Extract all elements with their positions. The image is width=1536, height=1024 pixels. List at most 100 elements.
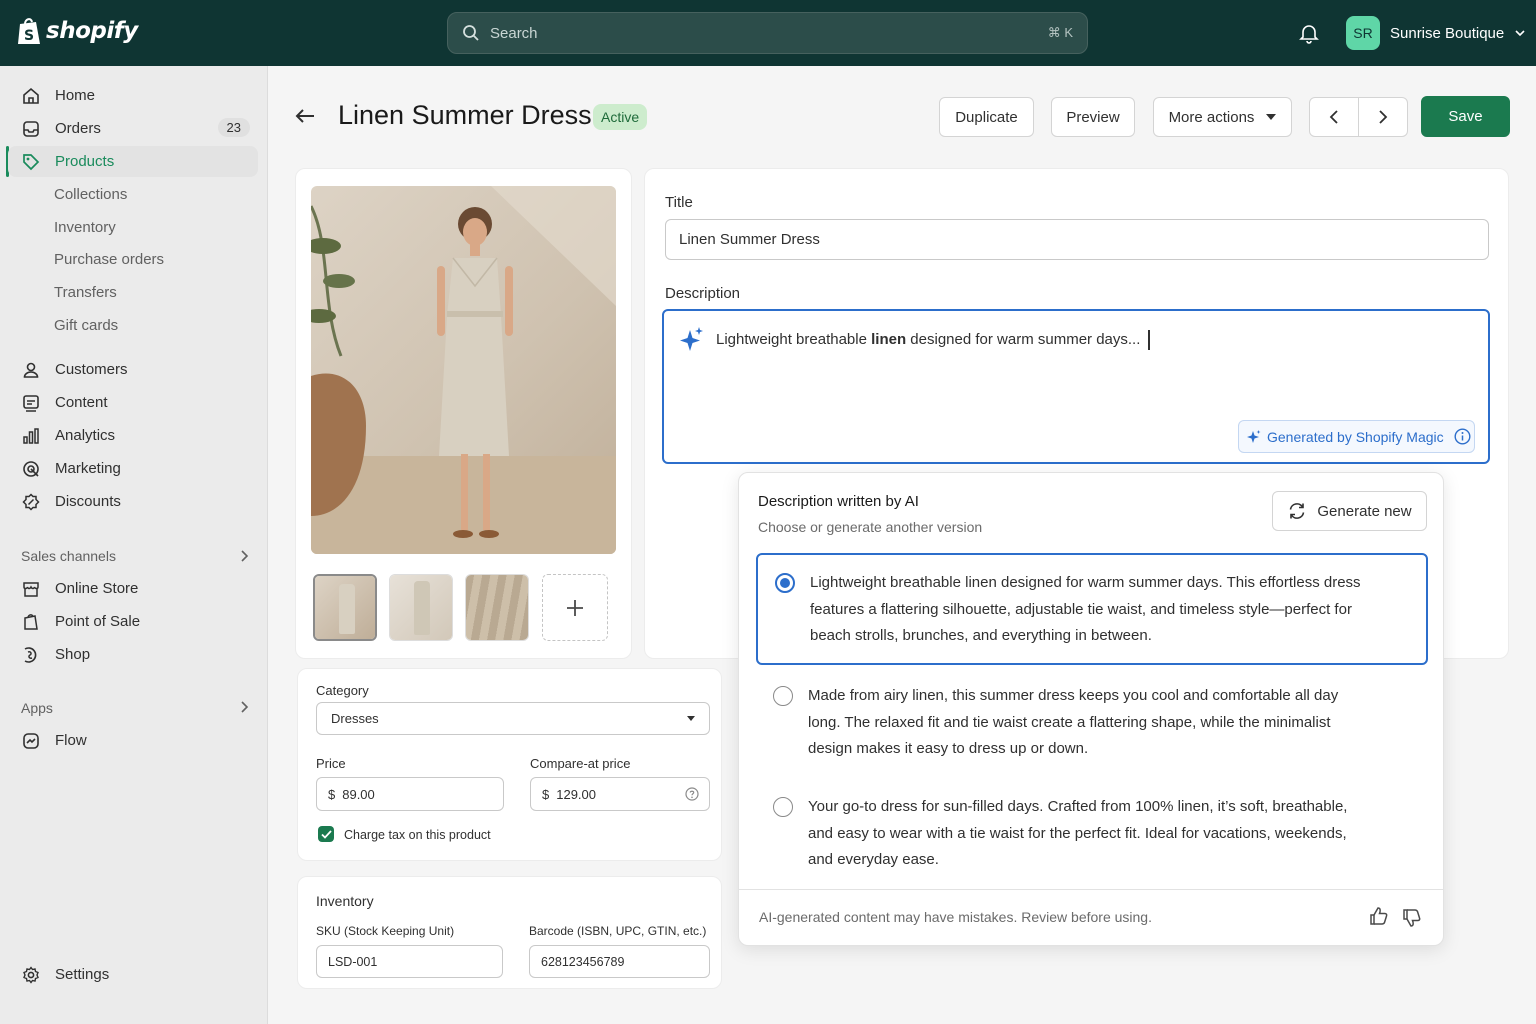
ai-option-2[interactable]: Made from airy linen, this summer dress … <box>756 669 1428 781</box>
sidebar-item-label: Discounts <box>55 493 121 510</box>
sidebar-item-label: Analytics <box>55 427 116 444</box>
search-placeholder: Search <box>490 24 538 42</box>
thumbs-up-icon[interactable] <box>1369 906 1389 926</box>
next-product-button[interactable] <box>1358 97 1408 137</box>
price-value: 89.00 <box>342 786 375 802</box>
barcode-label: Barcode (ISBN, UPC, GTIN, etc.) <box>529 924 707 938</box>
save-button[interactable]: Save <box>1421 96 1510 137</box>
help-circle-icon[interactable] <box>685 787 699 801</box>
top-bar: S shopify Search ⌘ K SR Sunrise Boutique <box>0 0 1536 66</box>
sidebar-item-shop[interactable]: Shop <box>8 639 258 670</box>
person-icon <box>21 360 41 380</box>
sidebar-item-content[interactable]: Content <box>8 387 258 418</box>
sidebar-item-label: Flow <box>55 732 87 749</box>
duplicate-button[interactable]: Duplicate <box>939 97 1034 137</box>
thumbs-down-icon[interactable] <box>1402 908 1422 928</box>
sidebar-item-point-of-sale[interactable]: Point of Sale <box>8 606 258 637</box>
sidebar-item-label: Online Store <box>55 580 139 597</box>
product-thumbnail[interactable] <box>389 574 453 641</box>
sidebar-subitem-collections[interactable]: Collections <box>54 186 127 203</box>
description-text-prefix: Lightweight breathable <box>716 330 872 348</box>
description-text: Lightweight breathable linen designed fo… <box>716 330 1150 350</box>
sidebar-subitem-inventory[interactable]: Inventory <box>54 219 116 236</box>
more-actions-label: More actions <box>1168 108 1255 126</box>
pos-icon <box>21 612 41 632</box>
ai-option-text: Lightweight breathable linen designed fo… <box>810 574 1361 644</box>
add-media-button[interactable] <box>542 574 608 641</box>
sku-field[interactable]: LSD-001 <box>316 945 503 978</box>
text-cursor <box>1148 330 1150 350</box>
description-editor[interactable]: Lightweight breathable linen designed fo… <box>662 309 1490 464</box>
shopify-logo[interactable]: S shopify <box>16 16 138 46</box>
ai-description-popover: Description written by AI Choose or gene… <box>738 472 1444 946</box>
category-select[interactable]: Dresses <box>316 702 710 735</box>
sidebar-item-marketing[interactable]: Marketing <box>8 453 258 484</box>
sidebar-item-analytics[interactable]: Analytics <box>8 420 258 451</box>
discount-icon <box>21 492 41 512</box>
product-main-image[interactable] <box>311 186 616 554</box>
ai-popover-title: Description written by AI <box>758 493 919 510</box>
generate-new-button[interactable]: Generate new <box>1272 491 1427 531</box>
inventory-heading: Inventory <box>316 893 374 909</box>
generate-new-label: Generate new <box>1317 502 1412 520</box>
caret-down-icon <box>1266 114 1277 120</box>
sidebar-item-products[interactable]: Products <box>8 146 258 177</box>
checkmark-icon <box>320 829 332 839</box>
sparkle-icon <box>680 327 703 351</box>
sidebar-item-customers[interactable]: Customers <box>8 354 258 385</box>
sidebar-item-online-store[interactable]: Online Store <box>8 573 258 604</box>
ai-option-1[interactable]: Lightweight breathable linen designed fo… <box>756 553 1428 665</box>
previous-product-button[interactable] <box>1309 97 1359 137</box>
radio-unselected[interactable] <box>773 686 793 706</box>
sidebar-item-orders[interactable]: Orders 23 <box>8 113 258 144</box>
apps-heading[interactable]: Apps <box>21 700 53 716</box>
sales-channels-heading[interactable]: Sales channels <box>21 548 116 564</box>
ai-option-text: Made from airy linen, this summer dress … <box>808 687 1339 757</box>
sidebar-subitem-transfers[interactable]: Transfers <box>54 284 117 301</box>
price-field[interactable]: $ 89.00 <box>316 777 504 811</box>
preview-button[interactable]: Preview <box>1051 97 1135 137</box>
description-label: Description <box>665 285 741 302</box>
more-actions-button[interactable]: More actions <box>1153 97 1292 137</box>
store-switcher[interactable]: SR Sunrise Boutique <box>1346 16 1526 50</box>
search-input[interactable]: Search ⌘ K <box>447 12 1088 54</box>
compare-currency: $ <box>542 786 550 802</box>
sidebar-item-label: Products <box>55 153 115 170</box>
sidebar-item-home[interactable]: Home <box>8 80 258 111</box>
compare-at-price-field[interactable]: $ 129.00 <box>530 777 710 811</box>
barcode-value: 628123456789 <box>541 954 625 969</box>
charge-tax-checkbox[interactable] <box>318 826 334 842</box>
orders-count-badge: 23 <box>217 118 250 137</box>
info-icon[interactable] <box>1454 428 1471 445</box>
sidebar-item-discounts[interactable]: Discounts <box>8 486 258 517</box>
sku-value: LSD-001 <box>328 954 378 969</box>
sidebar-item-flow[interactable]: Flow <box>8 725 258 756</box>
product-thumbnail[interactable] <box>313 574 377 641</box>
back-arrow-icon[interactable] <box>293 106 317 126</box>
ai-option-text: Your go-to dress for sun-filled days. Cr… <box>808 798 1348 868</box>
caret-down-icon <box>687 716 695 721</box>
sidebar: Home Orders 23 Products Collections Inve… <box>0 66 268 1024</box>
chevron-down-icon <box>1515 30 1525 37</box>
notifications-bell-icon[interactable] <box>1298 22 1320 44</box>
shopify-bag-icon: S <box>18 18 40 44</box>
chevron-right-icon[interactable] <box>238 549 250 563</box>
price-currency: $ <box>328 786 336 802</box>
radio-unselected[interactable] <box>773 797 793 817</box>
sidebar-item-label: Point of Sale <box>55 613 141 630</box>
sidebar-subitem-gift-cards[interactable]: Gift cards <box>54 317 118 334</box>
price-label: Price <box>316 756 346 771</box>
content-icon <box>21 393 41 413</box>
sidebar-item-settings[interactable]: Settings <box>8 959 258 990</box>
barcode-field[interactable]: 628123456789 <box>529 945 710 978</box>
radio-selected[interactable] <box>775 573 795 593</box>
avatar: SR <box>1346 16 1380 50</box>
ai-option-3[interactable]: Your go-to dress for sun-filled days. Cr… <box>756 780 1428 892</box>
sidebar-subitem-purchase-orders[interactable]: Purchase orders <box>54 251 164 268</box>
product-thumbnail[interactable] <box>465 574 529 641</box>
title-field[interactable]: Linen Summer Dress <box>665 219 1489 260</box>
chevron-right-icon[interactable] <box>238 700 250 714</box>
category-value: Dresses <box>331 711 379 726</box>
shopify-magic-badge[interactable]: Generated by Shopify Magic <box>1238 420 1475 453</box>
sidebar-item-label: Marketing <box>55 460 121 477</box>
